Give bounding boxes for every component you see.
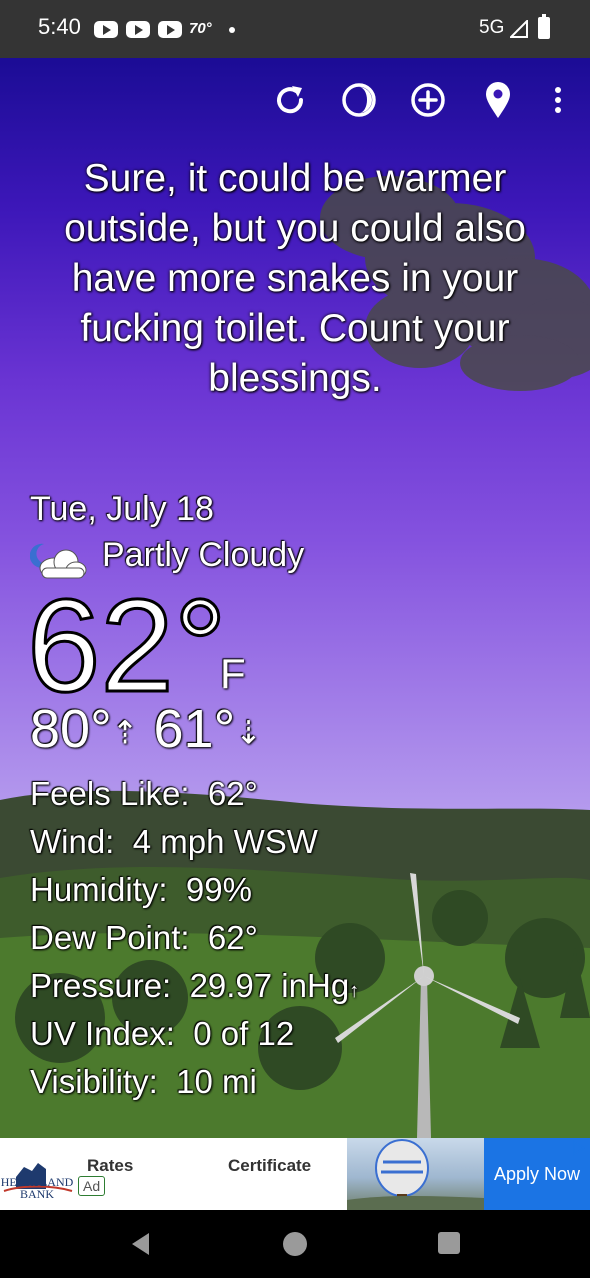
detail-label: Pressure: bbox=[30, 967, 172, 1004]
ad-badge: Ad bbox=[78, 1176, 106, 1196]
humidity-row: Humidity: 99% bbox=[30, 870, 252, 910]
home-icon[interactable] bbox=[281, 1230, 309, 1258]
low-temp: 61° bbox=[153, 699, 236, 759]
arrow-down-icon: ⇣ bbox=[235, 714, 262, 751]
ad-text-rates: Rates bbox=[87, 1156, 134, 1175]
notification-dot-icon bbox=[229, 27, 235, 33]
battery-icon bbox=[538, 14, 550, 39]
ad-logo-text: HEARTLAND BANK bbox=[0, 1176, 74, 1200]
detail-value: 4 mph WSW bbox=[132, 823, 318, 860]
ad-text-certificate: Certificate bbox=[228, 1156, 312, 1175]
system-nav-bar bbox=[0, 1210, 590, 1278]
app-root: 5:40 70° 5G Sure, it could be warmer out… bbox=[0, 0, 590, 1278]
location-pin-icon[interactable] bbox=[478, 80, 518, 120]
status-bar: 5:40 70° 5G bbox=[0, 0, 590, 58]
pressure-rising-icon: ↑ bbox=[349, 980, 360, 1002]
detail-value: 10 mi bbox=[176, 1063, 257, 1100]
detail-label: Feels Like: bbox=[30, 775, 190, 812]
detail-label: UV Index: bbox=[30, 1015, 175, 1052]
back-icon[interactable] bbox=[127, 1230, 155, 1258]
weather-scene: Sure, it could be warmer outside, but yo… bbox=[0, 58, 590, 1138]
detail-label: Visibility: bbox=[30, 1063, 158, 1100]
current-temperature: 62° bbox=[26, 572, 229, 719]
forecast-date: Tue, July 18 bbox=[30, 490, 214, 528]
status-time: 5:40 bbox=[38, 14, 81, 39]
logo-line-2: BANK bbox=[19, 1187, 54, 1201]
pressure-row: Pressure: 29.97 inHg↑ bbox=[30, 966, 359, 1011]
condition-label: Partly Cloudy bbox=[102, 536, 305, 574]
high-temp: 80° bbox=[30, 699, 112, 759]
temperature-unit: F bbox=[220, 650, 246, 697]
dew-point-row: Dew Point: 62° bbox=[30, 918, 258, 958]
youtube-notification-icon bbox=[126, 21, 150, 38]
detail-label: Wind: bbox=[30, 823, 115, 860]
snarky-message: Sure, it could be warmer outside, but yo… bbox=[64, 157, 526, 400]
youtube-notification-icon bbox=[158, 21, 182, 38]
recents-icon[interactable] bbox=[436, 1230, 462, 1256]
detail-label: Humidity: bbox=[30, 871, 168, 908]
uv-index-row: UV Index: 0 of 12 bbox=[30, 1014, 294, 1054]
ad-banner[interactable]: HEARTLAND BANK Ad Rates Certificate Appl… bbox=[0, 1138, 590, 1210]
add-location-icon[interactable] bbox=[408, 80, 448, 120]
detail-value: 62° bbox=[207, 919, 258, 956]
youtube-notification-icon bbox=[94, 21, 118, 38]
arrow-up-icon: ⇡ bbox=[111, 714, 139, 751]
wind-row: Wind: 4 mph WSW bbox=[30, 822, 318, 862]
refresh-icon[interactable] bbox=[270, 80, 310, 120]
network-type: 5G bbox=[479, 17, 505, 38]
more-vert-icon[interactable] bbox=[540, 80, 576, 120]
detail-value: 0 of 12 bbox=[193, 1015, 295, 1052]
adchoices-icon[interactable] bbox=[571, 1140, 587, 1156]
signal-icon bbox=[510, 20, 528, 38]
feels-like-row: Feels Like: 62° bbox=[30, 774, 258, 814]
detail-label: Dew Point: bbox=[30, 919, 190, 956]
ad-balloon-image bbox=[347, 1138, 484, 1210]
moon-phase-icon[interactable] bbox=[339, 80, 379, 120]
status-temperature: 70° bbox=[189, 20, 212, 37]
visibility-row: Visibility: 10 mi bbox=[30, 1062, 257, 1102]
detail-value: 62° bbox=[207, 775, 258, 812]
detail-value: 29.97 inHg bbox=[189, 967, 350, 1004]
high-low-row: 80°⇡ 61°⇣ bbox=[30, 698, 262, 764]
detail-value: 99% bbox=[185, 871, 252, 908]
